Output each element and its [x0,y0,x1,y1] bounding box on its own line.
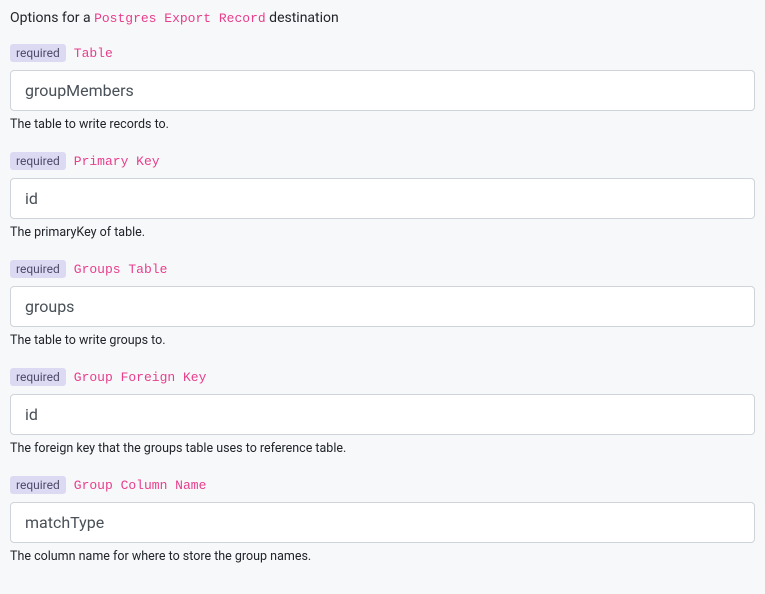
group-foreign-key-input[interactable] [10,394,755,435]
field-group-foreign-key: required Group Foreign Key The foreign k… [10,368,755,456]
field-label: Primary Key [74,154,160,169]
required-badge: required [10,368,66,386]
header-suffix: destination [266,10,339,26]
help-text: The table to write groups to. [10,333,755,348]
help-text: The primaryKey of table. [10,225,755,240]
field-label: Table [74,46,113,61]
field-label: Group Column Name [74,478,207,493]
field-label-row: required Primary Key [10,152,755,170]
help-text: The foreign key that the groups table us… [10,441,755,456]
help-text: The table to write records to. [10,117,755,132]
required-badge: required [10,260,66,278]
field-label-row: required Group Foreign Key [10,368,755,386]
help-text: The column name for where to store the g… [10,549,755,564]
field-label: Groups Table [74,262,168,277]
header-code: Postgres Export Record [94,11,266,26]
required-badge: required [10,44,66,62]
field-label: Group Foreign Key [74,370,207,385]
primary-key-input[interactable] [10,178,755,219]
page-header: Options for a Postgres Export Record des… [10,10,755,26]
field-groups-table: required Groups Table The table to write… [10,260,755,348]
required-badge: required [10,476,66,494]
groups-table-input[interactable] [10,286,755,327]
required-badge: required [10,152,66,170]
header-prefix: Options for a [10,10,94,26]
field-group-column-name: required Group Column Name The column na… [10,476,755,564]
field-primary-key: required Primary Key The primaryKey of t… [10,152,755,240]
field-label-row: required Group Column Name [10,476,755,494]
field-label-row: required Groups Table [10,260,755,278]
field-label-row: required Table [10,44,755,62]
group-column-name-input[interactable] [10,502,755,543]
table-input[interactable] [10,70,755,111]
field-table: required Table The table to write record… [10,44,755,132]
